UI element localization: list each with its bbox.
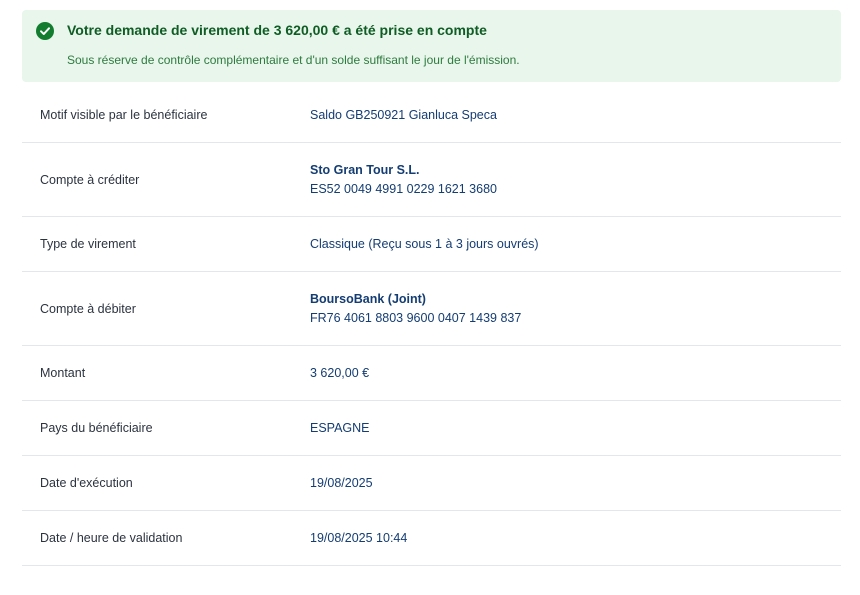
detail-label: Date / heure de validation <box>40 531 183 545</box>
detail-row-montant: Montant 3 620,00 € <box>22 346 841 401</box>
detail-value: Saldo GB250921 Gianluca Speca <box>310 107 497 122</box>
debit-account-name: BoursoBank (Joint) <box>310 291 426 306</box>
detail-label: Montant <box>40 366 86 380</box>
detail-value: 19/08/2025 10:44 <box>310 530 408 545</box>
check-circle-icon <box>36 22 54 40</box>
detail-row-compte-debiter: Compte à débiter BoursoBank (Joint) FR76… <box>22 272 841 346</box>
transfer-confirmation: Votre demande de virement de 3 620,00 € … <box>22 10 841 566</box>
beneficiary-iban: ES52 0049 4991 0229 1621 3680 <box>310 181 497 196</box>
transfer-details: Motif visible par le bénéficiaire Saldo … <box>22 88 841 566</box>
detail-value: 19/08/2025 <box>310 475 373 490</box>
detail-row-date-validation: Date / heure de validation 19/08/2025 10… <box>22 511 841 566</box>
detail-value: 3 620,00 € <box>310 365 370 380</box>
detail-row-pays: Pays du bénéficiaire ESPAGNE <box>22 401 841 456</box>
detail-row-type-virement: Type de virement Classique (Reçu sous 1 … <box>22 217 841 272</box>
detail-row-compte-crediter: Compte à créditer Sto Gran Tour S.L. ES5… <box>22 143 841 217</box>
detail-row-date-execution: Date d'exécution 19/08/2025 <box>22 456 841 511</box>
detail-label: Date d'exécution <box>40 476 133 490</box>
detail-label: Compte à débiter <box>40 301 136 316</box>
detail-value: Classique (Reçu sous 1 à 3 jours ouvrés) <box>310 236 539 251</box>
success-banner: Votre demande de virement de 3 620,00 € … <box>22 10 841 82</box>
detail-value: Sto Gran Tour S.L. ES52 0049 4991 0229 1… <box>310 161 497 199</box>
success-subtitle: Sous réserve de contrôle complémentaire … <box>67 53 520 67</box>
success-title: Votre demande de virement de 3 620,00 € … <box>67 22 487 38</box>
detail-value: BoursoBank (Joint) FR76 4061 8803 9600 0… <box>310 290 521 328</box>
detail-label: Pays du bénéficiaire <box>40 421 153 435</box>
detail-label: Motif visible par le bénéficiaire <box>40 108 208 122</box>
detail-label: Type de virement <box>40 237 136 251</box>
beneficiary-name: Sto Gran Tour S.L. <box>310 162 420 177</box>
debit-account-iban: FR76 4061 8803 9600 0407 1439 837 <box>310 310 522 325</box>
detail-label: Compte à créditer <box>40 172 140 187</box>
detail-row-motif: Motif visible par le bénéficiaire Saldo … <box>22 88 841 143</box>
detail-value: ESPAGNE <box>310 420 370 435</box>
